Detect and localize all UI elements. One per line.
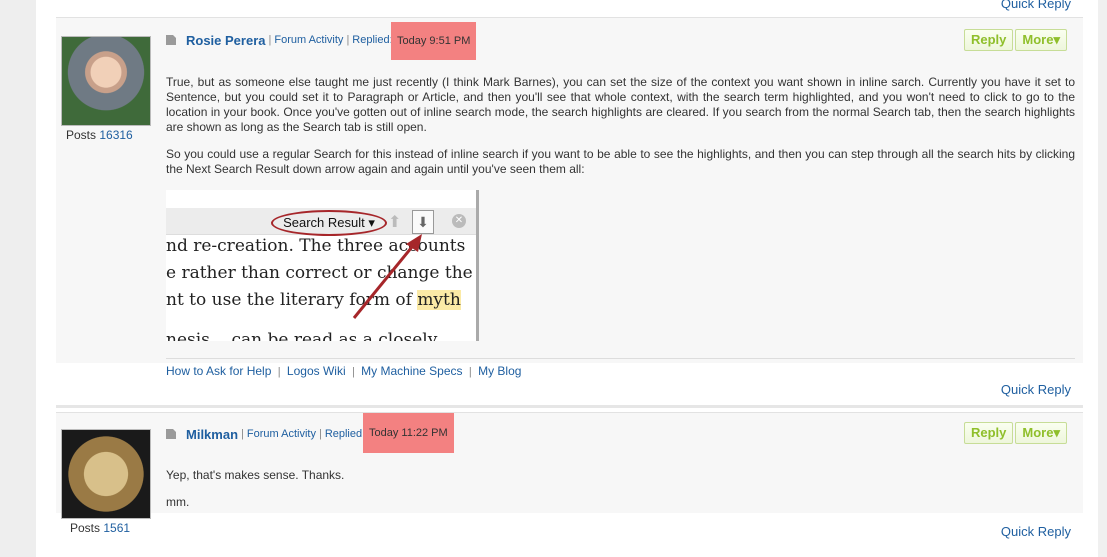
forum-thread: Quick Reply Posts 16316 Rosie Perera | F… [36, 0, 1098, 557]
posts-count: Posts 1561 [70, 521, 130, 535]
reply-button[interactable]: Reply [964, 422, 1014, 444]
posts-count: Posts 16316 [66, 128, 133, 142]
replied-time: Today 11:22 PM [363, 413, 454, 453]
avatar[interactable] [61, 36, 151, 126]
posts-count-link[interactable]: 16316 [99, 128, 132, 142]
replied-time: Today 9:51 PM [391, 22, 477, 60]
sig-link-wiki[interactable]: Logos Wiki [287, 364, 346, 378]
post-header: Rosie Perera | Forum Activity | Replied: [166, 30, 393, 50]
post-body: True, but as someone else taught me just… [166, 75, 1075, 189]
post-paragraph: mm. [166, 495, 190, 509]
forum-post: Posts 16316 Rosie Perera | Forum Activit… [56, 17, 1083, 378]
sig-link-specs[interactable]: My Machine Specs [361, 364, 462, 378]
embedded-screenshot: Search Result ▾ ⬆ ⬇ ✕ nd re-creation. Th… [166, 190, 479, 341]
replied-label: Replied: [352, 34, 393, 46]
forum-activity-link[interactable]: Forum Activity [247, 428, 316, 440]
post-paragraph: So you could use a regular Search for th… [166, 147, 1075, 176]
post-actions: Reply More▾ [964, 422, 1067, 444]
more-button[interactable]: More▾ [1015, 422, 1067, 444]
red-arrow [352, 234, 422, 319]
replied-label: Replied: [324, 428, 366, 440]
quick-reply-link-top[interactable]: Quick Reply [1001, 0, 1071, 11]
quick-reply-link[interactable]: Quick Reply [1001, 524, 1071, 539]
posts-count-link[interactable]: 1561 [103, 521, 130, 535]
sig-link-help[interactable]: How to Ask for Help [166, 364, 271, 378]
post-icon [166, 35, 176, 45]
forum-post: Posts 1561 Milkman | Forum Activity | Re… [56, 412, 1083, 535]
more-button[interactable]: More▾ [1015, 29, 1067, 51]
forum-activity-link[interactable]: Forum Activity [274, 34, 343, 46]
author-link[interactable]: Rosie Perera [186, 33, 266, 48]
post-body: Yep, that's makes sense. Thanks. mm. [166, 468, 1075, 522]
quick-reply-link[interactable]: Quick Reply [1001, 382, 1071, 397]
post-paragraph: Yep, that's makes sense. Thanks. [166, 468, 345, 482]
post-paragraph: True, but as someone else taught me just… [166, 75, 1075, 134]
reply-button[interactable]: Reply [964, 29, 1014, 51]
author-link[interactable]: Milkman [186, 427, 238, 442]
posts-label: Posts [70, 521, 101, 535]
scrollbar[interactable] [1098, 0, 1107, 557]
post-header: Milkman | Forum Activity | Replied: [166, 424, 365, 444]
avatar[interactable] [61, 429, 151, 519]
post-actions: Reply More▾ [964, 29, 1067, 51]
signature: How to Ask for Help | Logos Wiki | My Ma… [166, 358, 1075, 378]
posts-label: Posts [66, 128, 97, 142]
post-icon [166, 429, 176, 439]
sig-link-blog[interactable]: My Blog [478, 364, 521, 378]
